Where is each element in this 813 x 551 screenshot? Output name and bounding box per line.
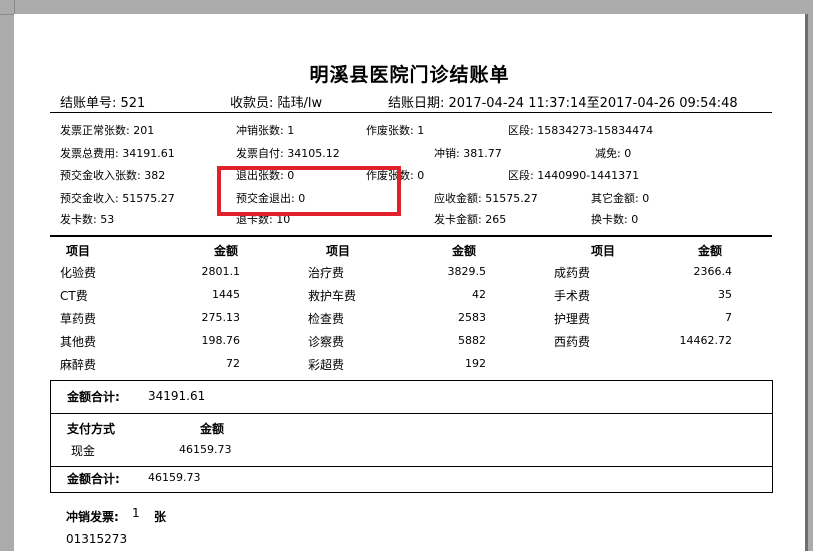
payment-top-border — [50, 413, 773, 414]
summary-value: 区段: 15834273-15834474 — [508, 124, 654, 137]
total2-bottom-border — [50, 492, 773, 493]
viewer-top-bar — [0, 0, 813, 15]
summary-value: 发卡金额: 265 — [434, 213, 507, 226]
total-box-right — [772, 380, 773, 413]
fee-item: 麻醉费 — [60, 358, 97, 372]
fee-amount: 198.76 — [201, 334, 241, 347]
fee-item: 手术费 — [554, 289, 591, 303]
fee-item: CT费 — [60, 289, 88, 303]
void-invoice-unit: 张 — [154, 510, 167, 524]
summary-value: 其它金额: 0 — [591, 192, 650, 205]
payment-total-value: 46159.73 — [148, 471, 201, 484]
summary-value: 发卡数: 53 — [60, 213, 115, 226]
bill-date: 结账日期: 2017-04-24 11:37:14至2017-04-26 09:… — [388, 96, 738, 111]
summary-value: 发票正常张数: 201 — [60, 124, 155, 137]
fees-total-label: 金额合计: — [67, 390, 120, 404]
fees-top-border — [50, 235, 772, 237]
fee-amount: 3829.5 — [447, 265, 487, 278]
fee-amount: 1445 — [212, 288, 240, 301]
fee-item: 救护车费 — [308, 289, 357, 303]
fee-amount: 2366.4 — [693, 265, 733, 278]
total2-box-left — [50, 466, 51, 492]
void-invoice-count: 1 — [132, 506, 140, 520]
summary-value: 减免: 0 — [595, 147, 632, 160]
payment-box-right — [772, 413, 773, 466]
fees-bottom-border — [50, 380, 772, 381]
summary-value: 冲销: 381.77 — [434, 147, 502, 160]
summary-value: 预交金收入张数: 382 — [60, 169, 166, 182]
summary-value: 预交金收入: 51575.27 — [60, 192, 175, 205]
summary-value: 作废张数: 1 — [366, 124, 425, 137]
bill-number: 结账单号: 521 — [60, 96, 146, 111]
payment-col-header-amount: 金额 — [200, 422, 225, 436]
fee-amount: 35 — [718, 288, 732, 301]
fees-col-header-item: 项目 — [326, 244, 351, 258]
fee-amount: 7 — [725, 311, 732, 324]
fee-amount: 2801.1 — [201, 265, 241, 278]
summary-value: 应收金额: 51575.27 — [434, 192, 538, 205]
highlight-box — [217, 166, 401, 216]
fee-amount: 192 — [465, 357, 486, 370]
bill-paper: 明溪县医院门诊结账单 结账单号: 521 收款员: 陆玮/lw 结账日期: 20… — [14, 14, 805, 551]
cashier: 收款员: 陆玮/lw — [230, 96, 323, 111]
fees-total-value: 34191.61 — [148, 389, 206, 403]
fees-col-header-amount: 金额 — [452, 244, 477, 258]
page-title: 明溪县医院门诊结账单 — [309, 64, 510, 86]
fee-amount: 42 — [472, 288, 486, 301]
fee-item: 检查费 — [308, 312, 345, 326]
summary-value: 换卡数: 0 — [591, 213, 639, 226]
fee-amount: 14462.72 — [679, 334, 733, 347]
fees-col-header-amount: 金额 — [698, 244, 723, 258]
fee-item: 成药费 — [554, 266, 591, 280]
summary-value: 发票自付: 34105.12 — [236, 147, 340, 160]
viewer-corner — [0, 0, 15, 15]
header-divider — [50, 112, 772, 113]
total-box-left — [50, 380, 51, 413]
fee-item: 彩超费 — [308, 358, 345, 372]
fees-col-header-amount: 金额 — [214, 244, 239, 258]
summary-value: 发票总费用: 34191.61 — [60, 147, 175, 160]
fee-item: 西药费 — [554, 335, 591, 349]
summary-value: 区段: 1440990-1441371 — [508, 169, 640, 182]
summary-value: 冲销张数: 1 — [236, 124, 295, 137]
void-invoice-number: 01315273 — [66, 532, 128, 546]
payment-bottom-border — [50, 466, 773, 467]
fee-item: 诊察费 — [308, 335, 345, 349]
fees-col-header-item: 项目 — [591, 244, 616, 258]
fees-col-header-item: 项目 — [66, 244, 91, 258]
fee-item: 护理费 — [554, 312, 591, 326]
payment-box-left — [50, 413, 51, 466]
payment-amount: 46159.73 — [179, 443, 232, 456]
fee-item: 治疗费 — [308, 266, 345, 280]
fee-amount: 5882 — [458, 334, 486, 347]
void-invoice-label: 冲销发票: — [66, 510, 119, 524]
fee-item: 其他费 — [60, 335, 97, 349]
fee-amount: 72 — [226, 357, 240, 370]
fee-item: 草药费 — [60, 312, 97, 326]
payment-method: 现金 — [71, 444, 96, 458]
fee-amount: 275.13 — [201, 311, 241, 324]
fee-amount: 2583 — [458, 311, 486, 324]
payment-col-header-method: 支付方式 — [67, 422, 116, 436]
total2-box-right — [772, 466, 773, 492]
payment-total-label: 金额合计: — [67, 472, 120, 486]
fee-item: 化验费 — [60, 266, 97, 280]
